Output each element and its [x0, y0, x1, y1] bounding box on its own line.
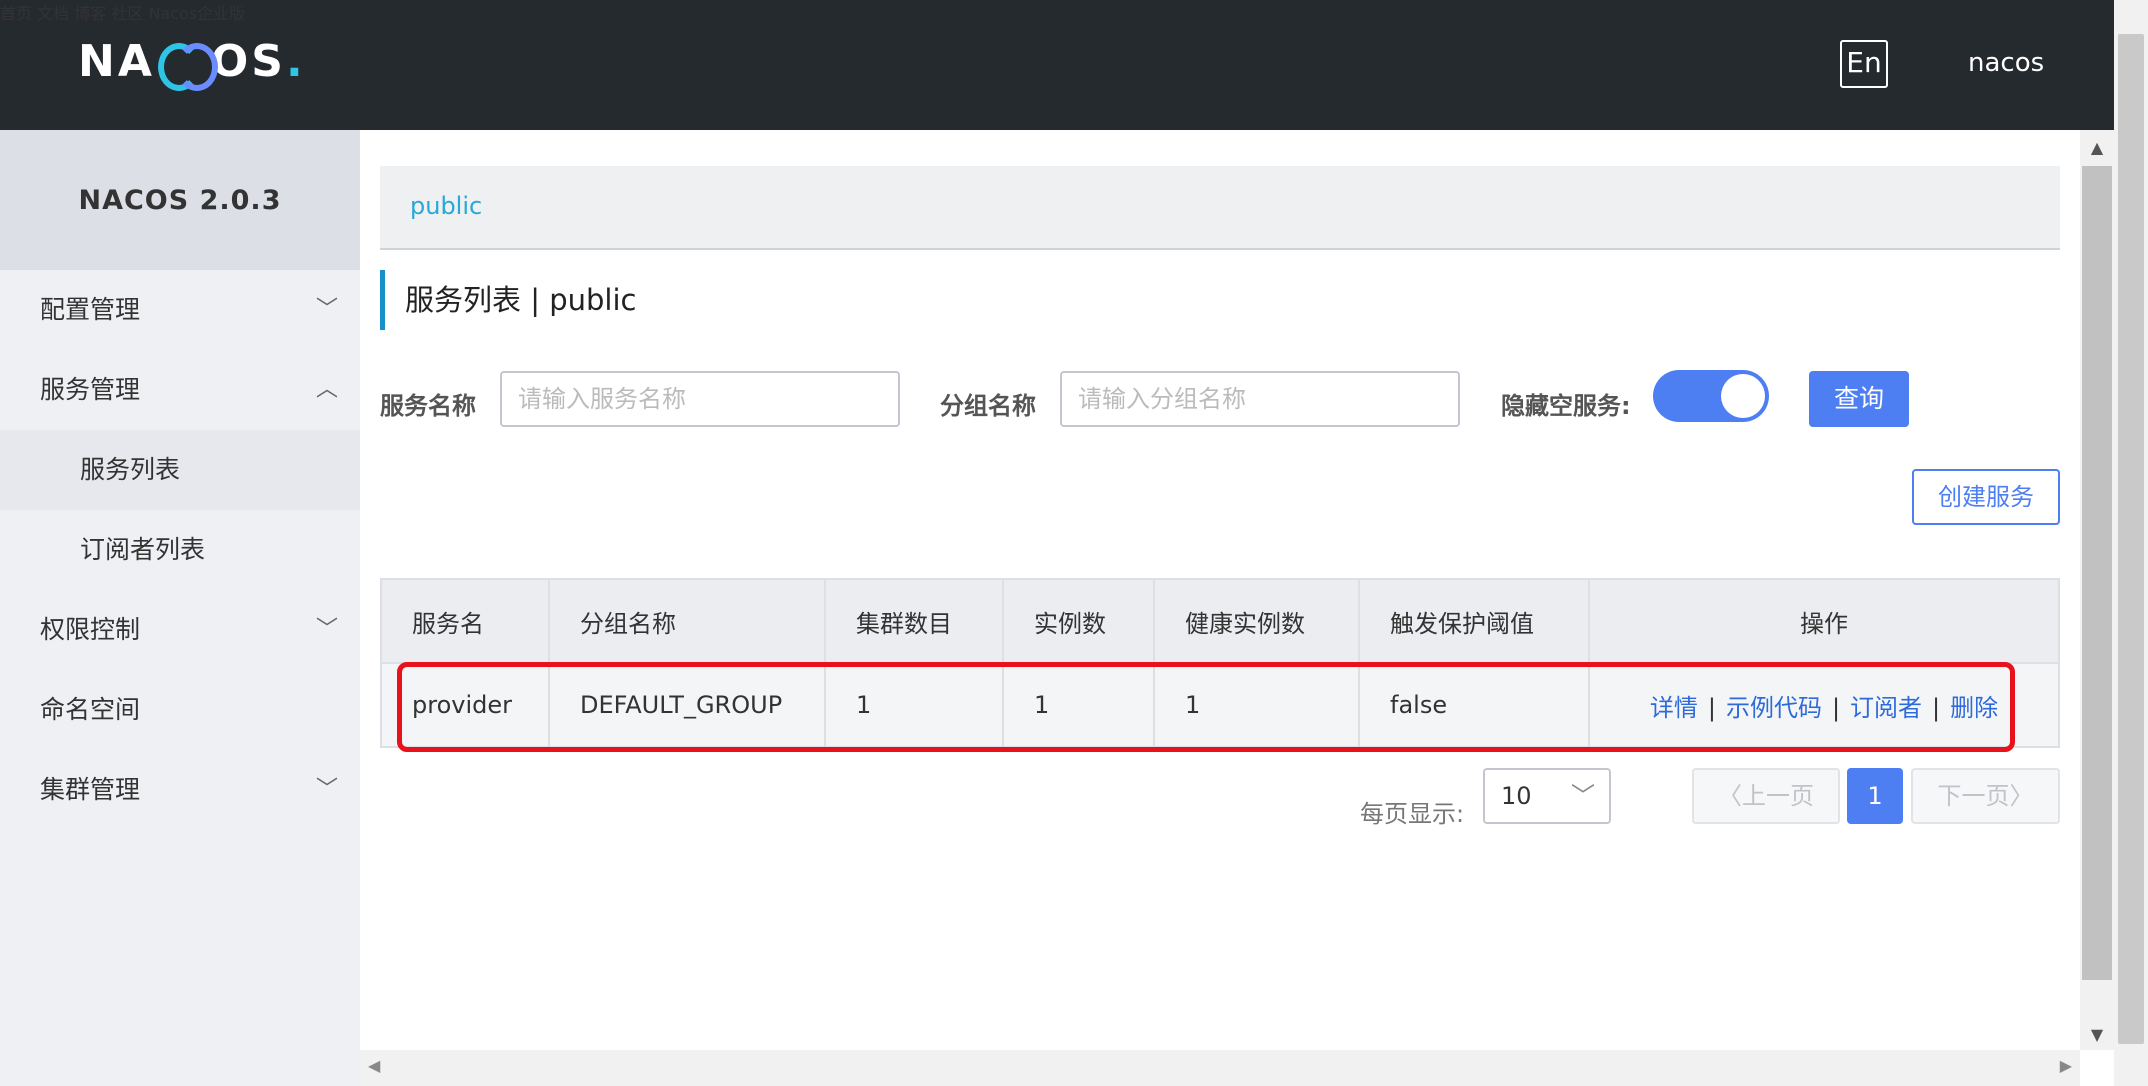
chevron-up-icon: ︿ [315, 377, 338, 402]
scroll-up-arrow-icon[interactable]: ▲ [2080, 138, 2114, 157]
namespace-bar: public [380, 166, 2060, 250]
content-horizontal-scrollbar[interactable]: ◀ ▶ [360, 1050, 2080, 1086]
nav-docs[interactable]: 文档 [37, 4, 69, 23]
nav-blog[interactable]: 博客 [74, 4, 106, 23]
cell-operations: 详情 | 示例代码 | 订阅者 | 删除 [1588, 662, 2060, 748]
top-navbar: NA OS. 首页 文档 博客 社区 Nacos企业版 En nacos [0, 0, 2114, 130]
col-instance-count: 实例数 [1002, 578, 1155, 664]
content-vertical-scrollbar[interactable]: ▲ ▼ [2080, 130, 2114, 1050]
per-page-label: 每页显示: [1360, 800, 1465, 828]
user-menu[interactable]: nacos [1968, 48, 2044, 78]
group-name-label: 分组名称 [940, 392, 1036, 420]
cell-instance-count: 1 [1002, 662, 1155, 748]
namespace-tab-public[interactable]: public [410, 192, 482, 220]
sidebar-item-namespace[interactable]: 命名空间 [0, 670, 360, 750]
cell-group-name: DEFAULT_GROUP [548, 662, 826, 748]
cell-cluster-count: 1 [824, 662, 1004, 748]
group-name-input[interactable]: 请输入分组名称 [1060, 371, 1460, 427]
logo-rings-icon [157, 41, 218, 91]
page-1-button[interactable]: 1 [1847, 768, 1903, 824]
cell-service-name: provider [380, 662, 550, 748]
chevron-down-icon: ﹀ [315, 777, 338, 802]
sidebar-item-config[interactable]: 配置管理 ﹀ [0, 270, 360, 350]
col-healthy-count: 健康实例数 [1153, 578, 1360, 664]
nacos-logo[interactable]: NA OS. [78, 36, 306, 91]
scroll-right-arrow-icon[interactable]: ▶ [2060, 1056, 2072, 1075]
window-vertical-scrollbar[interactable] [2114, 0, 2148, 1086]
next-page-button[interactable]: 下一页〉 [1911, 768, 2060, 824]
sidebar-item-cluster[interactable]: 集群管理 ﹀ [0, 750, 360, 830]
col-group-name: 分组名称 [548, 578, 826, 664]
sidebar-item-subscriber-list[interactable]: 订阅者列表 [0, 510, 360, 590]
main-content: public 服务列表 | public 服务名称 请输入服务名称 分组名称 请… [360, 130, 2080, 1050]
service-table: 服务名 分组名称 集群数目 实例数 健康实例数 触发保护阈值 操作 provid… [380, 578, 2060, 748]
service-name-label: 服务名称 [380, 392, 476, 420]
col-operations: 操作 [1588, 578, 2060, 664]
sidebar: NACOS 2.0.3 配置管理 ﹀ 服务管理 ︿ 服务列表 订阅者列表 权限控… [0, 130, 360, 1086]
chevron-right-icon: 〉 [2009, 782, 2034, 810]
sample-code-link[interactable]: 示例代码 [1726, 694, 1822, 722]
subscribers-link[interactable]: 订阅者 [1850, 694, 1922, 722]
table-header-row: 服务名 分组名称 集群数目 实例数 健康实例数 触发保护阈值 操作 [380, 578, 2060, 664]
sidebar-item-service[interactable]: 服务管理 ︿ [0, 350, 360, 430]
delete-link[interactable]: 删除 [1950, 694, 1998, 722]
chevron-left-icon: 〈 [1718, 782, 1742, 810]
hide-empty-toggle[interactable] [1653, 370, 1769, 422]
nav-community[interactable]: 社区 [111, 4, 143, 23]
window-scroll-thumb[interactable] [2118, 34, 2144, 1044]
table-row: provider DEFAULT_GROUP 1 1 1 false 详情 | 示例… [380, 662, 2060, 748]
hide-empty-label: 隐藏空服务: [1501, 392, 1631, 420]
page-title: 服务列表 | public [380, 270, 636, 330]
nav-home[interactable]: 首页 [0, 4, 32, 23]
prev-page-button[interactable]: 〈上一页 [1692, 768, 1840, 824]
col-cluster-count: 集群数目 [824, 578, 1004, 664]
sidebar-item-permission[interactable]: 权限控制 ﹀ [0, 590, 360, 670]
sidebar-title: NACOS 2.0.3 [0, 130, 360, 270]
cell-healthy-count: 1 [1153, 662, 1360, 748]
cell-protect-threshold: false [1358, 662, 1590, 748]
col-service-name: 服务名 [380, 578, 550, 664]
query-button[interactable]: 查询 [1809, 371, 1909, 427]
service-name-input[interactable]: 请输入服务名称 [500, 371, 900, 427]
col-protect-threshold: 触发保护阈值 [1358, 578, 1590, 664]
chevron-down-icon: ﹀ [315, 617, 338, 642]
page-size-select[interactable]: 10 ﹀ [1483, 768, 1611, 824]
language-switch-button[interactable]: En [1840, 40, 1888, 88]
chevron-down-icon: ﹀ [1571, 782, 1595, 810]
nav-enterprise[interactable]: Nacos企业版 [148, 4, 245, 23]
scroll-left-arrow-icon[interactable]: ◀ [368, 1056, 380, 1075]
scroll-thumb[interactable] [2082, 166, 2112, 980]
detail-link[interactable]: 详情 [1650, 694, 1698, 722]
scroll-down-arrow-icon[interactable]: ▼ [2080, 1025, 2114, 1044]
chevron-down-icon: ﹀ [315, 297, 338, 322]
create-service-button[interactable]: 创建服务 [1912, 469, 2060, 525]
sidebar-item-service-list[interactable]: 服务列表 [0, 430, 360, 510]
